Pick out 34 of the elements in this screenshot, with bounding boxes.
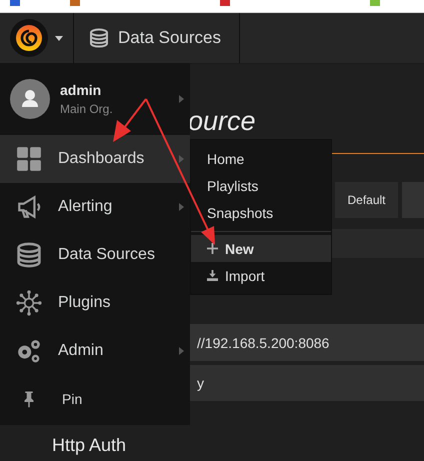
dropdown-item[interactable]: Playlists	[191, 172, 331, 199]
dropdown-item[interactable]: Snapshots	[191, 199, 331, 226]
menu-item[interactable]: Dashboards	[0, 135, 190, 183]
menu-item[interactable]: Data Sources	[0, 231, 190, 279]
org-name: Main Org.	[60, 102, 113, 116]
section-heading: Http Auth	[52, 435, 128, 456]
page-heading: ource	[188, 105, 256, 138]
database-icon	[16, 242, 42, 268]
grid-icon	[16, 146, 42, 172]
menu-item[interactable]: Pin	[0, 375, 190, 423]
download-icon	[207, 270, 218, 281]
access-field[interactable]: y	[190, 365, 424, 401]
url-field[interactable]: //192.168.5.200:8086	[190, 324, 424, 361]
menu-item[interactable]: Plugins	[0, 279, 190, 327]
menu-item[interactable]: Admin	[0, 327, 190, 375]
bookmark-icon[interactable]	[220, 0, 230, 6]
user-name: admin	[60, 82, 102, 98]
bookmark-icon[interactable]	[10, 0, 20, 6]
default-button[interactable]: Default	[335, 182, 398, 218]
plugins-icon	[16, 290, 42, 316]
dropdown-item[interactable]: New	[191, 235, 331, 262]
dropdown-item[interactable]: Import	[191, 262, 331, 289]
bookmark-icon[interactable]	[70, 0, 80, 6]
plus-icon	[207, 243, 218, 254]
dropdown-item[interactable]: Home	[191, 145, 331, 172]
logo-icon	[9, 18, 49, 58]
menu-item[interactable]: Alerting	[0, 183, 190, 231]
avatar-icon	[10, 79, 50, 119]
bookmark-icon[interactable]	[370, 0, 380, 6]
database-icon	[89, 28, 109, 48]
caret-icon	[55, 36, 63, 40]
megaphone-icon	[16, 194, 42, 220]
gears-icon	[16, 338, 42, 364]
profile-item[interactable]: admin Main Org.	[0, 63, 190, 135]
